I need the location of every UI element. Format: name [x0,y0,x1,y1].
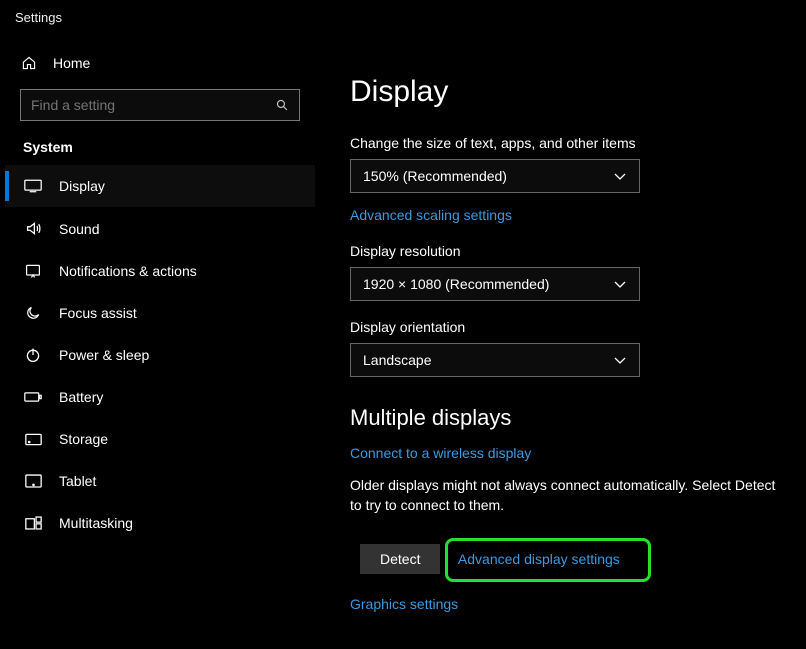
sidebar-item-label: Sound [59,221,99,237]
home-label: Home [53,55,90,71]
search-box[interactable] [20,89,300,121]
search-icon [275,98,289,112]
sidebar-item-label: Focus assist [59,305,137,321]
resolution-label: Display resolution [350,243,796,259]
chevron-down-icon [613,277,627,291]
sidebar-item-label: Notifications & actions [59,263,197,279]
orientation-dropdown[interactable]: Landscape [350,343,640,377]
sidebar-item-label: Multitasking [59,515,133,531]
advanced-scaling-link[interactable]: Advanced scaling settings [350,207,512,223]
page-title: Display [350,75,796,109]
content-area: Display Change the size of text, apps, a… [320,35,806,649]
sound-icon [23,220,43,237]
graphics-settings-link[interactable]: Graphics settings [350,596,458,612]
multiple-displays-title: Multiple displays [350,405,796,431]
sidebar-item-label: Tablet [59,473,96,489]
tablet-icon [23,474,43,488]
home-nav-item[interactable]: Home [5,45,315,81]
notifications-icon [23,263,43,279]
resolution-dropdown[interactable]: 1920 × 1080 (Recommended) [350,267,640,301]
battery-icon [23,391,43,403]
sidebar-item-storage[interactable]: Storage [5,418,315,460]
sidebar-item-label: Power & sleep [59,347,149,363]
wireless-display-link[interactable]: Connect to a wireless display [350,445,531,461]
sidebar-category-label: System [5,121,315,165]
power-icon [23,347,43,363]
focus-assist-icon [23,305,43,321]
chevron-down-icon [613,353,627,367]
search-input[interactable] [31,97,275,113]
highlight-annotation: Advanced display settings [445,538,651,582]
orientation-label: Display orientation [350,319,796,335]
sidebar-item-focus-assist[interactable]: Focus assist [5,292,315,334]
sidebar-item-label: Display [59,178,105,194]
sidebar-item-sound[interactable]: Sound [5,207,315,250]
advanced-display-settings-link[interactable]: Advanced display settings [458,551,620,567]
storage-icon [23,433,43,446]
window-title: Settings [0,0,806,35]
sidebar-item-power-sleep[interactable]: Power & sleep [5,334,315,376]
scale-label: Change the size of text, apps, and other… [350,135,796,151]
sidebar: Home System Display Sound [0,35,320,649]
orientation-value: Landscape [363,352,432,368]
multitasking-icon [23,516,43,530]
detect-button[interactable]: Detect [360,544,440,574]
sidebar-item-tablet[interactable]: Tablet [5,460,315,502]
chevron-down-icon [613,169,627,183]
sidebar-item-battery[interactable]: Battery [5,376,315,418]
home-icon [20,55,38,71]
sidebar-nav: Display Sound Notifications & actions Fo… [5,165,315,544]
scale-value: 150% (Recommended) [363,168,507,184]
sidebar-item-display[interactable]: Display [5,165,315,207]
scale-dropdown[interactable]: 150% (Recommended) [350,159,640,193]
sidebar-item-multitasking[interactable]: Multitasking [5,502,315,544]
detect-info-text: Older displays might not always connect … [350,475,790,516]
sidebar-item-label: Storage [59,431,108,447]
sidebar-item-label: Battery [59,389,103,405]
display-icon [23,179,43,193]
resolution-value: 1920 × 1080 (Recommended) [363,276,549,292]
sidebar-item-notifications[interactable]: Notifications & actions [5,250,315,292]
